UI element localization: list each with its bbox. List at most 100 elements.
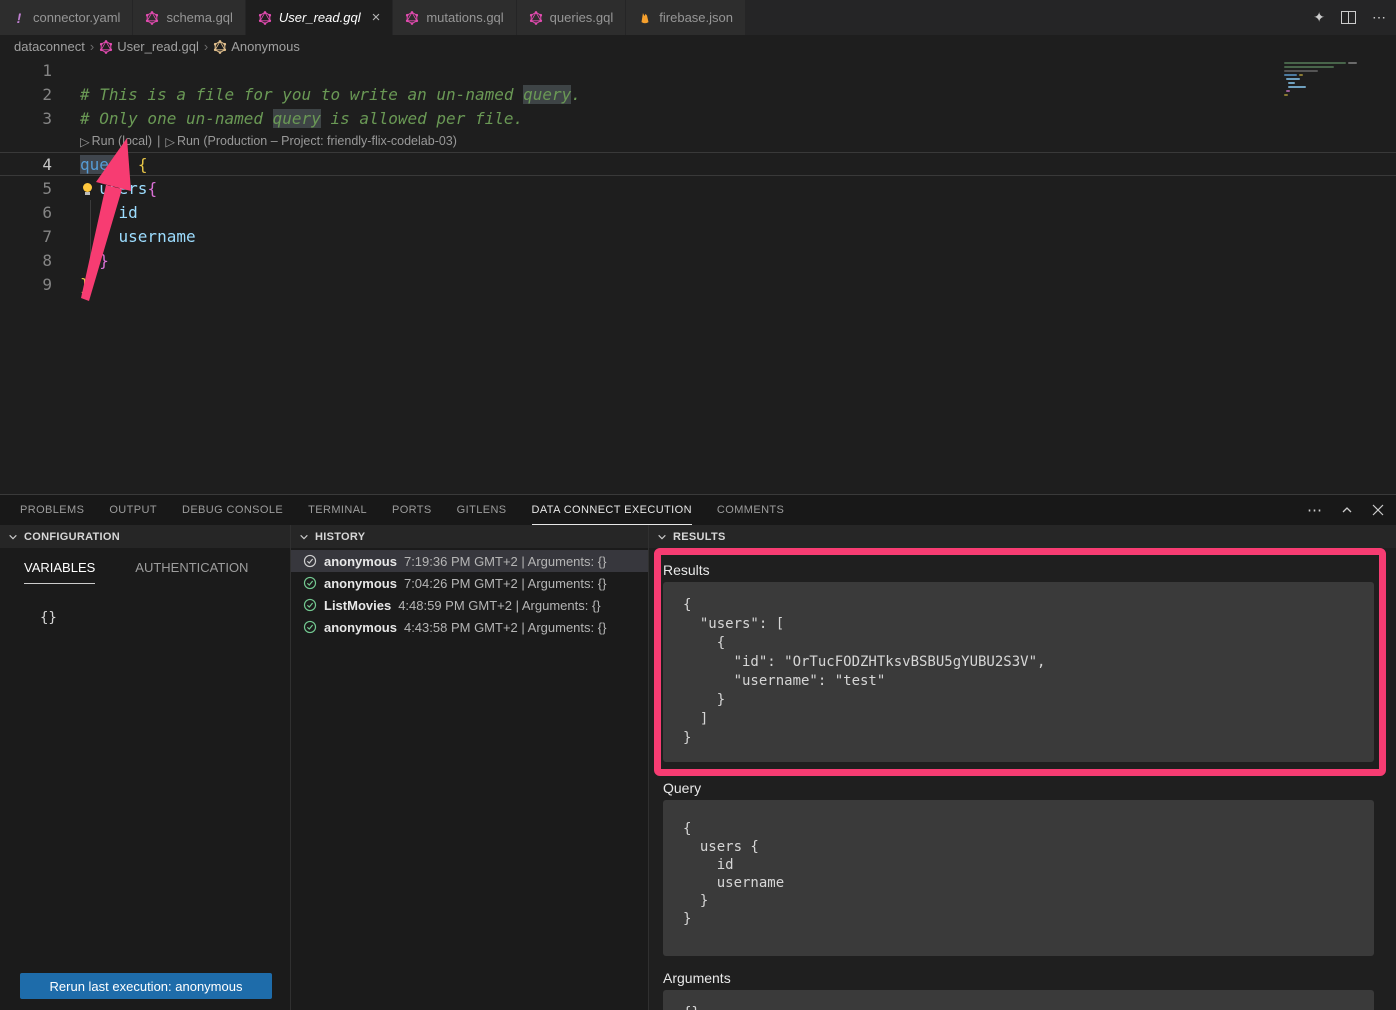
- query-text: { users { id username } }: [683, 820, 1362, 928]
- variables-value[interactable]: {}: [40, 610, 290, 626]
- results-section-label: RESULTS: [673, 531, 726, 543]
- tab-mutations-gql[interactable]: mutations.gql: [393, 0, 516, 35]
- panel-maximize-icon[interactable]: [1340, 504, 1354, 516]
- line-number: 4: [0, 155, 52, 174]
- codelens-label: Run (Production – Project: friendly-flix…: [177, 134, 457, 148]
- arguments-box: {}: [663, 990, 1374, 1010]
- results-section-header[interactable]: RESULTS: [649, 525, 1396, 548]
- config-tab-authentication[interactable]: AUTHENTICATION: [135, 560, 248, 584]
- graphql-icon: [145, 11, 159, 25]
- results-pane: RESULTS Results { "users": [ { "id": "Or…: [649, 525, 1396, 1010]
- code-text: query {: [80, 155, 147, 174]
- tab-user-read-gql[interactable]: User_read.gql ×: [246, 0, 393, 35]
- graphql-icon: [258, 11, 272, 25]
- panel-tab-data-connect-execution[interactable]: DATA CONNECT EXECUTION: [532, 495, 692, 525]
- warning-icon: !: [12, 11, 26, 25]
- panel-tab-problems[interactable]: PROBLEMS: [20, 495, 84, 525]
- tab-label: queries.gql: [550, 10, 614, 25]
- codelens-label: Run (local): [92, 134, 152, 148]
- code-text: # This is a file for you to write an un-…: [80, 85, 581, 104]
- graphql-icon: [405, 11, 419, 25]
- code-text: # Only one un-named query is allowed per…: [80, 109, 523, 128]
- tab-schema-gql[interactable]: schema.gql: [133, 0, 245, 35]
- copilot-sparkle-icon[interactable]: ✦: [1313, 9, 1325, 26]
- arguments-label: Arguments: [663, 970, 1374, 986]
- codelens-row: ▷Run (local)|▷Run (Production – Project:…: [0, 130, 1396, 152]
- panel-close-icon[interactable]: [1372, 504, 1384, 516]
- tab-label: schema.gql: [166, 10, 232, 25]
- history-operation-name: anonymous: [324, 554, 397, 569]
- rerun-last-execution-button[interactable]: Rerun last execution: anonymous: [20, 973, 272, 999]
- minimap[interactable]: [1282, 58, 1392, 142]
- graphql-icon: [99, 40, 113, 54]
- breadcrumb: dataconnect › User_read.gql › Anonymous: [0, 35, 1396, 58]
- configuration-section-header[interactable]: CONFIGURATION: [0, 525, 290, 548]
- tab-close-icon[interactable]: ×: [372, 10, 381, 25]
- breadcrumb-item-user-read-gql[interactable]: User_read.gql: [99, 39, 199, 54]
- indent-guide: [90, 248, 91, 272]
- tab-label: User_read.gql: [279, 10, 361, 25]
- panel-tab-ports[interactable]: PORTS: [392, 495, 432, 525]
- line-number: 7: [0, 227, 52, 246]
- editor-tab-bar: !connector.yaml schema.gql User_read.gql × m…: [0, 0, 1396, 35]
- code-text: }: [80, 251, 109, 270]
- line-number: 5: [0, 179, 52, 198]
- history-section-header[interactable]: HISTORY: [291, 525, 648, 548]
- breadcrumb-separator: ›: [90, 39, 94, 54]
- code-line-4: 4 query {: [0, 152, 1396, 176]
- code-line-5: 5 users{: [0, 176, 1396, 200]
- tab-connector-yaml[interactable]: !connector.yaml: [0, 0, 133, 35]
- panel-tab-comments[interactable]: COMMENTS: [717, 495, 784, 525]
- panel-tab-gitlens[interactable]: GITLENS: [457, 495, 507, 525]
- breadcrumb-item-dataconnect[interactable]: dataconnect: [14, 39, 85, 54]
- results-label: Results: [663, 562, 1374, 578]
- panel-tab-terminal[interactable]: TERMINAL: [308, 495, 367, 525]
- panel-tab-output[interactable]: OUTPUT: [109, 495, 157, 525]
- line-number: 1: [0, 61, 52, 80]
- code-line-7: 7 username: [0, 224, 1396, 248]
- graphql-icon: [529, 11, 543, 25]
- success-check-icon: [303, 598, 317, 612]
- run-production-link[interactable]: ▷Run (Production – Project: friendly-fli…: [165, 134, 457, 149]
- history-operation-name: anonymous: [324, 576, 397, 591]
- code-editor[interactable]: 1 2 # This is a file for you to write an u…: [0, 58, 1396, 494]
- config-tab-variables[interactable]: VARIABLES: [24, 560, 95, 584]
- history-operation-name: anonymous: [324, 620, 397, 635]
- arguments-text: {}: [683, 1004, 1362, 1010]
- history-item[interactable]: anonymous7:04:26 PM GMT+2 | Arguments: {…: [291, 572, 648, 594]
- history-item[interactable]: anonymous 7:19:36 PM GMT+2 | Arguments: {…: [291, 550, 648, 572]
- execution-results-webview: Results { "users": [ { "id": "OrTucFODZH…: [649, 548, 1396, 1010]
- run-local-link[interactable]: ▷Run (local): [80, 134, 152, 149]
- query-label: Query: [663, 780, 1374, 796]
- history-detail: 4:48:59 PM GMT+2 | Arguments: {}: [398, 598, 600, 613]
- history-item[interactable]: ListMovies 4:48:59 PM GMT+2 | Arguments: …: [291, 594, 648, 616]
- history-detail: 7:19:36 PM GMT+2 | Arguments: {}: [404, 554, 606, 569]
- success-check-icon: [303, 620, 317, 634]
- more-actions-icon[interactable]: ⋯: [1372, 9, 1386, 26]
- line-number: 2: [0, 85, 52, 104]
- line-number: 8: [0, 251, 52, 270]
- code-line-2: 2 # This is a file for you to write an un…: [0, 82, 1396, 106]
- lightbulb-icon[interactable]: [83, 183, 92, 192]
- line-number: 6: [0, 203, 52, 222]
- breadcrumb-item-anonymous[interactable]: Anonymous: [213, 39, 300, 54]
- code-line-3: 3# Only one un-named query is allowed pe…: [0, 106, 1396, 130]
- panel-more-actions-icon[interactable]: ⋯: [1307, 501, 1322, 519]
- history-operation-name: ListMovies: [324, 598, 391, 613]
- bottom-panel: PROBLEMS OUTPUT DEBUG CONSOLE TERMINAL PORTS…: [0, 494, 1396, 1010]
- configuration-pane: CONFIGURATION VARIABLES AUTHENTICATION {}…: [0, 525, 291, 1010]
- code-text: id: [80, 203, 138, 222]
- code-line-8: 8 }: [0, 248, 1396, 272]
- line-number: 9: [0, 275, 52, 294]
- panel-tab-debug-console[interactable]: DEBUG CONSOLE: [182, 495, 283, 525]
- configuration-section-label: CONFIGURATION: [24, 531, 120, 543]
- code-line-1: 1: [0, 58, 1396, 82]
- tab-firebase-json[interactable]: firebase.json: [626, 0, 746, 35]
- tab-queries-gql[interactable]: queries.gql: [517, 0, 627, 35]
- indent-guide: [90, 224, 91, 248]
- history-item[interactable]: anonymous4:43:58 PM GMT+2 | Arguments: {…: [291, 616, 648, 638]
- tab-label: firebase.json: [659, 10, 733, 25]
- panel-tab-bar: PROBLEMS OUTPUT DEBUG CONSOLE TERMINAL PORTS…: [0, 495, 1396, 525]
- split-editor-icon[interactable]: [1341, 11, 1356, 24]
- breadcrumb-separator: ›: [204, 39, 208, 54]
